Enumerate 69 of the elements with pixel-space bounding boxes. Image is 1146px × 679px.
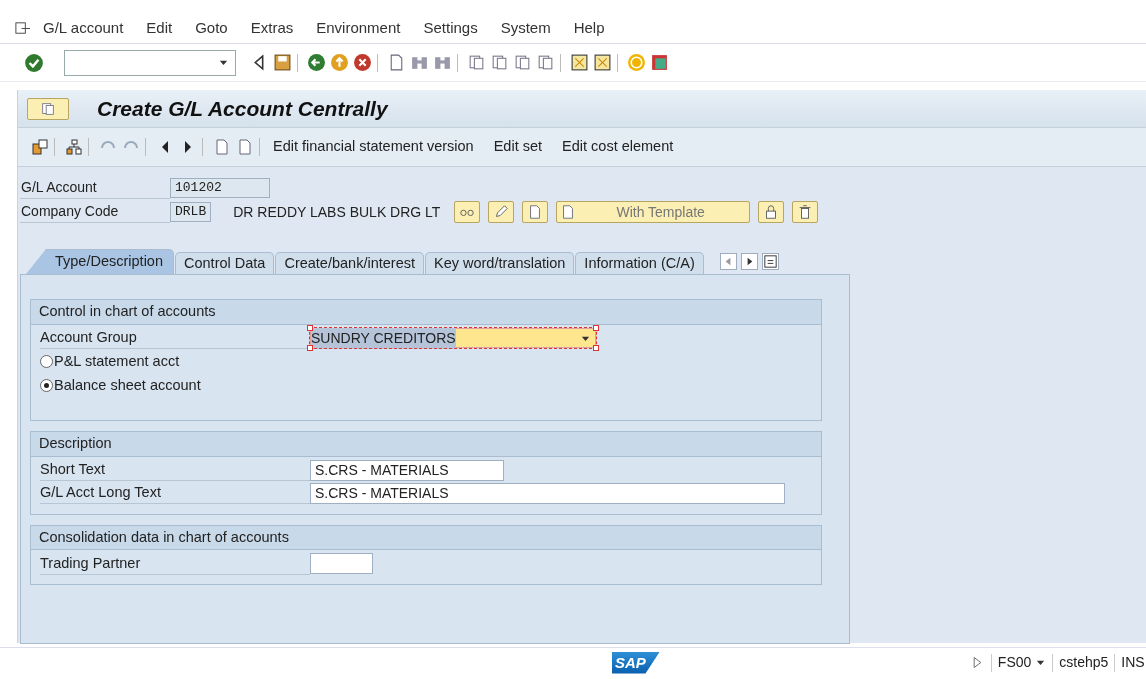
scroll-right-icon[interactable] [740, 253, 758, 270]
tree-icon[interactable] [65, 138, 83, 156]
document-button[interactable] [522, 201, 549, 223]
menu-item[interactable]: Help [573, 17, 605, 40]
company-code-field: DRLB [170, 202, 212, 222]
page-icon[interactable] [513, 53, 532, 72]
screen-title: Create G/L Account Centrally [97, 95, 388, 122]
tab[interactable]: Create/bank/interest [275, 252, 424, 274]
menu-item[interactable]: Settings [423, 17, 478, 40]
text-field[interactable]: S.CRS - MATERIALS [310, 482, 785, 504]
menu-item[interactable]: System [500, 17, 551, 40]
group-title: Consolidation data in chart of accounts [31, 525, 821, 551]
menu-item[interactable]: Environment [316, 17, 401, 40]
group-title: Control in chart of accounts [31, 300, 821, 325]
radio-button[interactable] [40, 379, 53, 393]
tab[interactable]: Key word/translation [425, 252, 575, 274]
menu-item[interactable]: Goto [195, 17, 228, 40]
field-label: Short Text [40, 459, 310, 481]
command-field[interactable] [64, 49, 236, 76]
tab[interactable]: Type/Description [26, 249, 174, 274]
selection-handle[interactable] [593, 345, 599, 352]
layout-icon[interactable] [650, 53, 669, 72]
menu-item[interactable]: Extras [250, 17, 294, 40]
group-title: Description [31, 431, 821, 457]
menu-item[interactable]: G/L account [43, 17, 124, 40]
selection-handle[interactable] [307, 325, 313, 332]
pencil-icon[interactable] [493, 204, 510, 220]
template-button[interactable]: With Template [556, 201, 751, 223]
input-mode: INS [1121, 653, 1145, 672]
exit-icon[interactable] [14, 20, 31, 37]
server-name: cstehp5 [1059, 653, 1109, 672]
radio-label: P&L statement acct [54, 351, 180, 371]
pencil-button[interactable] [488, 201, 515, 223]
page-icon[interactable] [467, 53, 486, 72]
document-icon[interactable] [236, 138, 254, 156]
tab-list-icon[interactable] [761, 253, 779, 270]
page-icon[interactable] [490, 53, 509, 72]
field-label: G/L Acct Long Text [40, 482, 310, 504]
radio-label: Balance sheet account [54, 375, 201, 395]
save-icon[interactable] [273, 53, 292, 72]
selected-text: SUNDRY CREDITORS [311, 327, 456, 349]
trash-button[interactable] [792, 201, 819, 223]
swap-icon[interactable] [31, 138, 49, 156]
window-icon[interactable] [570, 53, 589, 72]
radio-button[interactable] [40, 355, 53, 369]
check-icon[interactable] [24, 52, 44, 73]
page-icon[interactable] [536, 53, 555, 72]
selection-handle[interactable] [593, 325, 599, 332]
transaction-code[interactable]: FS00 [997, 652, 1032, 673]
sap-logo: SAP [612, 651, 660, 674]
toolbar-link[interactable]: Edit set [493, 136, 543, 158]
lock-button[interactable] [758, 201, 785, 223]
toolbar-link[interactable]: Edit financial statement version [273, 136, 474, 158]
text-field[interactable]: S.CRS - MATERIALS [310, 459, 504, 481]
text-field[interactable] [310, 553, 373, 575]
account-group-dropdown[interactable]: SUNDRY CREDITORS [310, 328, 596, 349]
company-name: DR REDDY LABS BULK DRG LT [233, 202, 441, 222]
glasses-button[interactable] [454, 201, 481, 223]
toolbar-link[interactable]: Edit cost element [562, 136, 674, 158]
tab[interactable]: Control Data [175, 252, 275, 274]
field-label: Trading Partner [40, 552, 310, 575]
back-icon[interactable] [307, 53, 326, 72]
menu-item[interactable]: Edit [146, 17, 173, 40]
selection-handle[interactable] [307, 345, 313, 352]
window-icon[interactable] [593, 53, 612, 72]
cancel-icon[interactable] [353, 53, 372, 72]
screen-menu-button[interactable] [27, 97, 69, 120]
account-field: 101202 [170, 178, 270, 198]
tab[interactable]: Information (C/A) [575, 252, 704, 274]
